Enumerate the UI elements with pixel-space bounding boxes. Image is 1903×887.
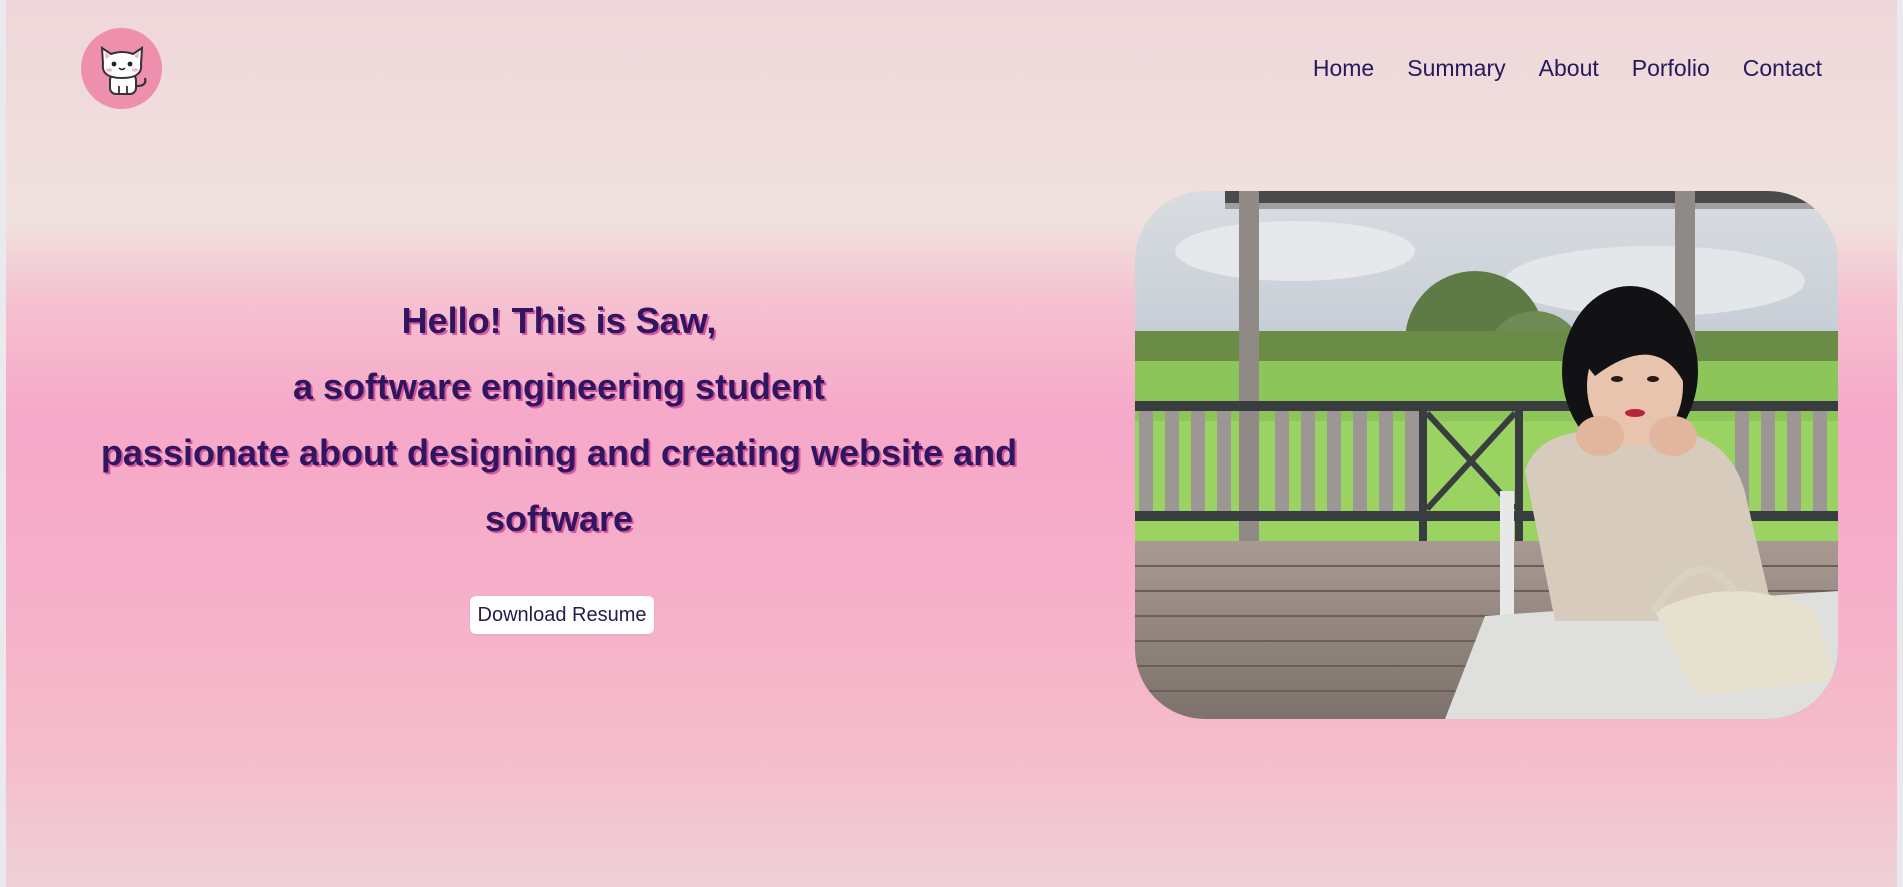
nav-portfolio[interactable]: Porfolio (1632, 52, 1710, 84)
nav-contact[interactable]: Contact (1743, 52, 1822, 84)
main-nav: Home Summary About Porfolio Contact (1313, 52, 1822, 84)
hero-line-3: passionate about designing and creating … (100, 432, 1018, 473)
profile-photo-image (1135, 191, 1838, 719)
nav-summary[interactable]: Summary (1407, 52, 1505, 84)
nav-home[interactable]: Home (1313, 52, 1374, 84)
cat-icon (100, 45, 146, 95)
logo[interactable] (81, 28, 162, 109)
profile-photo (1135, 191, 1838, 719)
hero-line-2: a software engineering student (292, 366, 826, 407)
hero-line-4: software (484, 498, 634, 539)
download-resume-button[interactable]: Download Resume (470, 596, 654, 634)
hero-heading: Hello! This is Saw, a software engineeri… (61, 288, 1057, 552)
hero-line-1: Hello! This is Saw, (401, 300, 717, 341)
page: Home Summary About Porfolio Contact Hell… (6, 0, 1897, 887)
nav-about[interactable]: About (1539, 52, 1599, 84)
